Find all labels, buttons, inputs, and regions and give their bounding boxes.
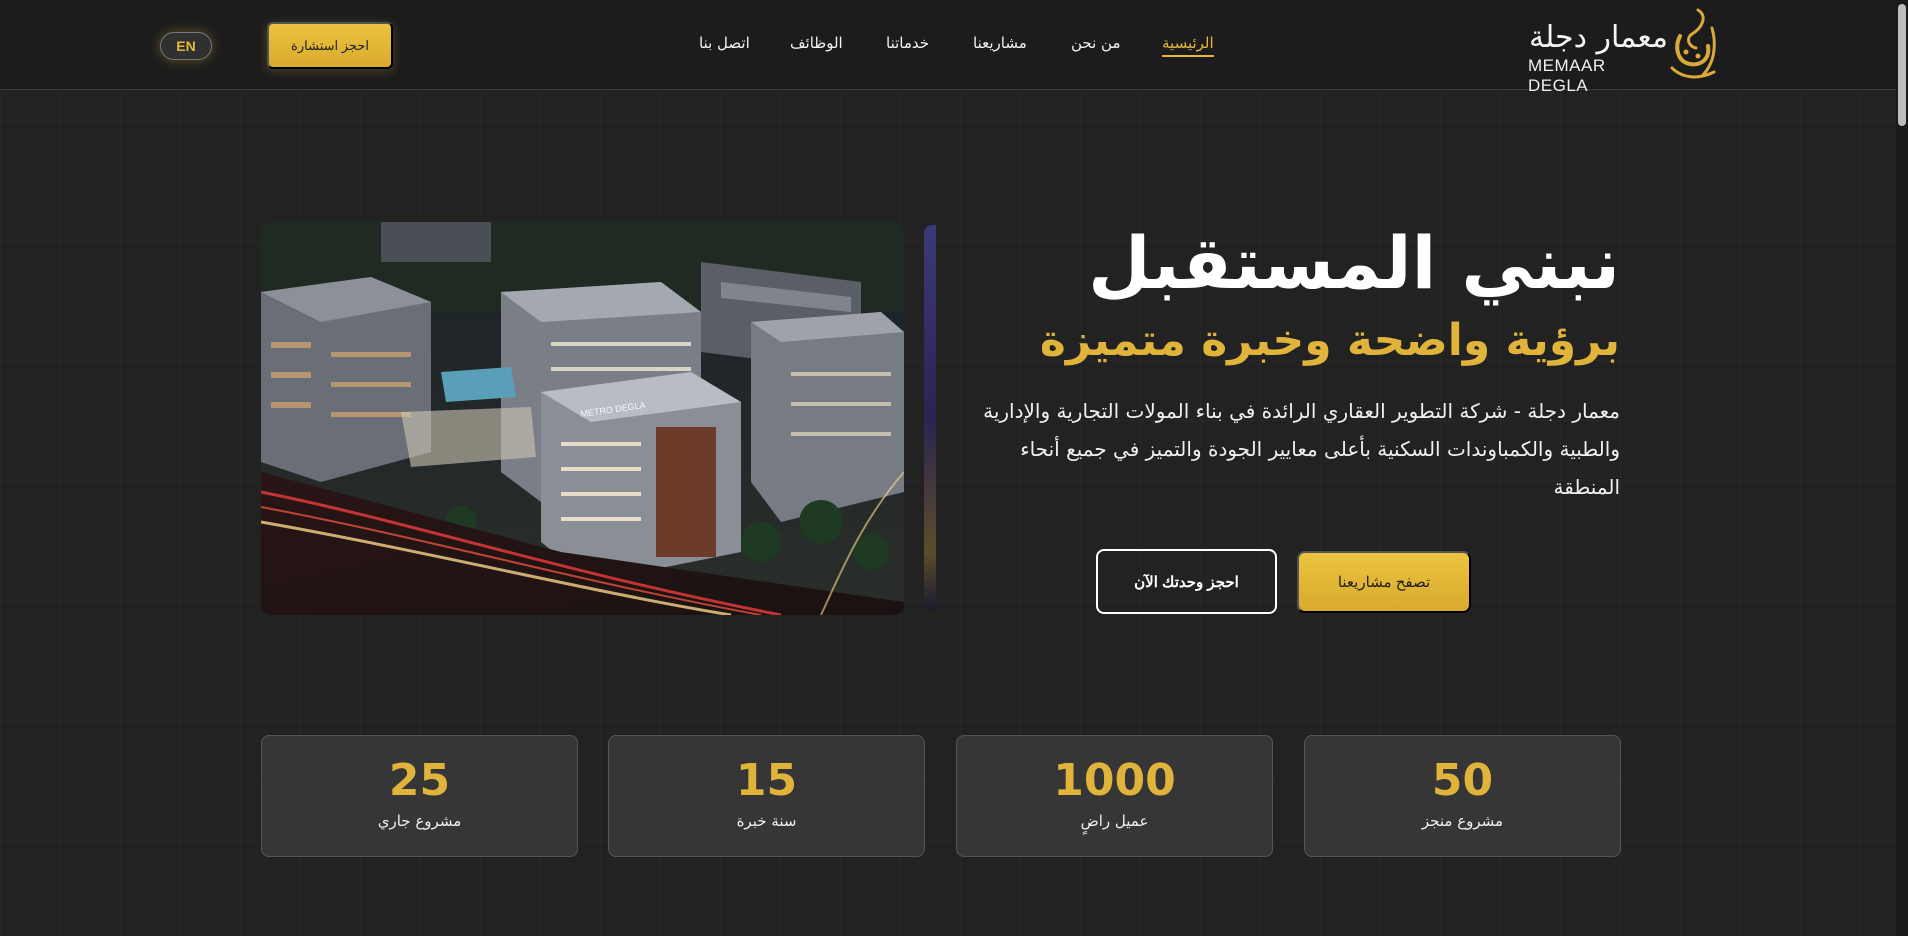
scrollbar-thumb[interactable] [1898,4,1906,126]
book-consultation-button[interactable]: احجز استشارة [267,22,393,69]
stat-label: مشروع منجز [1421,812,1504,830]
browse-projects-button[interactable]: تصفح مشاريعنا [1297,551,1471,613]
site-header: معمار دجلة MEMAAR DEGLA الرئيسية من نحن … [0,0,1896,95]
page-scrollbar[interactable] [1896,0,1908,936]
hero-text-block: نبني المستقبل برؤية واضحة وخبرة متميزة م… [960,218,1620,506]
nav-item-home[interactable]: الرئيسية [1162,34,1214,57]
project-rendering-illustration: METRO DEGLA [261,222,904,615]
hero-title: نبني المستقبل [1088,221,1620,305]
stat-number: 15 [735,755,798,806]
brand-logo[interactable]: معمار دجلة MEMAAR DEGLA [1528,6,1718,95]
stat-label: عميل راضٍ [1080,812,1149,830]
stat-card-ongoing-projects: 25 مشروع جاري [261,735,578,857]
nav-item-about[interactable]: من نحن [1071,34,1121,52]
stat-number: 50 [1431,755,1494,806]
calligraphy-mark-icon [1670,8,1716,79]
brand-name-ar: معمار دجلة [1529,20,1668,55]
stat-card-completed-projects: 50 مشروع منجز [1304,735,1621,857]
stat-label: مشروع جاري [377,812,462,830]
nav-item-contact[interactable]: اتصل بنا [699,34,750,52]
nav-item-services[interactable]: خدماتنا [886,34,929,52]
language-toggle-button[interactable]: EN [160,32,212,60]
brand-name-en: MEMAAR DEGLA [1528,56,1606,95]
next-slide-peek[interactable] [924,225,936,610]
hero-subtitle: برؤية واضحة وخبرة متميزة [1039,315,1620,366]
hero-description: معمار دجلة - شركة التطوير العقاري الرائد… [983,399,1620,499]
stat-label: سنة خبرة [736,812,797,830]
stat-number: 1000 [1053,755,1176,806]
nav-item-projects[interactable]: مشاريعنا [973,34,1027,52]
hero-project-image: METRO DEGLA [261,222,904,615]
stat-card-years-experience: 15 سنة خبرة [608,735,925,857]
stat-card-happy-clients: 1000 عميل راضٍ [956,735,1273,857]
book-unit-button[interactable]: احجز وحدتك الآن [1096,549,1277,614]
nav-item-careers[interactable]: الوظائف [790,34,843,52]
stat-number: 25 [388,755,451,806]
